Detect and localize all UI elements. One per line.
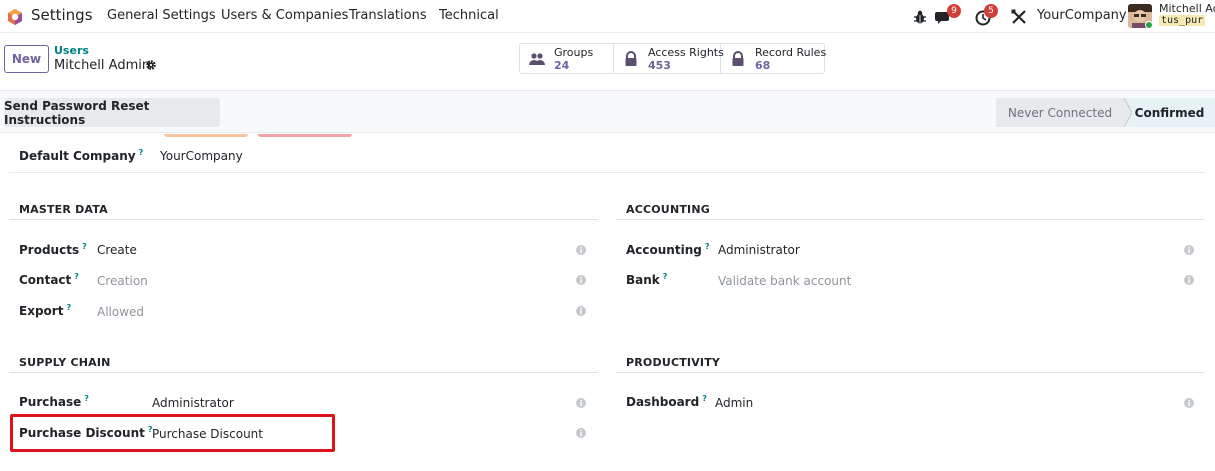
field-purchase[interactable]: Administrator	[152, 396, 234, 410]
highlight-annotation-box	[10, 414, 335, 452]
section-underline	[9, 372, 598, 373]
menu-technical[interactable]: Technical	[439, 8, 499, 23]
new-button[interactable]: New	[4, 45, 49, 73]
help-tooltip-icon[interactable]: ?	[663, 272, 668, 281]
smart-button-access-rights[interactable]: Access Rights 453	[614, 44, 724, 73]
tag-peek-orange	[164, 134, 248, 137]
section-title-accounting: ACCOUNTING	[626, 203, 710, 216]
section-divider	[9, 172, 1205, 173]
help-tooltip-icon[interactable]: ?	[74, 272, 79, 281]
default-company-label: Default Company?	[19, 148, 144, 163]
field-label-bank: Bank?	[626, 272, 668, 287]
breadcrumb-users-link[interactable]: Users	[54, 44, 89, 57]
send-password-reset-button[interactable]: Send Password Reset Instructions	[4, 98, 220, 127]
field-label-contact: Contact?	[19, 272, 79, 287]
field-label-products: Products?	[19, 242, 87, 257]
menu-general-settings[interactable]: General Settings	[107, 8, 216, 23]
info-icon[interactable]	[576, 398, 586, 408]
smart-button-record-rules[interactable]: Record Rules 68	[721, 44, 827, 73]
section-underline	[616, 219, 1205, 220]
field-accounting[interactable]: Administrator	[718, 243, 800, 257]
stage-confirmed[interactable]: Confirmed	[1124, 98, 1215, 127]
company-switcher[interactable]: YourCompany	[1037, 8, 1127, 23]
smart-button-value: 24	[554, 59, 570, 72]
menu-translations[interactable]: Translations	[349, 8, 427, 23]
help-tooltip-icon[interactable]: ?	[84, 394, 89, 403]
field-label-accounting: Accounting?	[626, 242, 710, 257]
field-label-purchase: Purchase?	[19, 394, 89, 409]
field-label-export: Export?	[19, 303, 72, 318]
breadcrumb-current: Mitchell Admin	[54, 58, 151, 73]
info-icon[interactable]	[576, 306, 586, 316]
top-navbar: Settings General Settings Users & Compan…	[0, 0, 1215, 33]
info-icon[interactable]	[576, 275, 586, 285]
online-status-dot	[1145, 21, 1152, 28]
tag-peek-red	[258, 134, 352, 137]
default-company-field[interactable]: YourCompany	[160, 149, 243, 163]
smart-button-label: Access Rights	[648, 46, 724, 59]
form-statusbar: Send Password Reset Instructions Never C…	[0, 90, 1215, 133]
menu-users-companies[interactable]: Users & Companies	[221, 8, 348, 23]
smart-button-label: Record Rules	[755, 46, 827, 59]
smart-button-value: 453	[648, 59, 671, 72]
lock-icon	[625, 51, 637, 66]
users-icon	[529, 53, 545, 65]
smart-button-groups[interactable]: Groups 24	[520, 44, 614, 73]
help-tooltip-icon[interactable]: ?	[702, 394, 707, 403]
messages-badge: 9	[947, 4, 961, 18]
activity-badge: 5	[984, 4, 998, 18]
field-bank[interactable]: Validate bank account	[718, 274, 851, 288]
section-title-master-data: MASTER DATA	[19, 203, 108, 216]
help-tooltip-icon[interactable]: ?	[66, 303, 71, 312]
help-tooltip-icon[interactable]: ?	[139, 148, 144, 157]
info-icon[interactable]	[576, 428, 586, 438]
section-underline	[616, 372, 1205, 373]
help-tooltip-icon[interactable]: ?	[82, 242, 87, 251]
info-icon[interactable]	[1184, 275, 1194, 285]
tools-icon[interactable]	[1010, 8, 1028, 26]
section-title-productivity: PRODUCTIVITY	[626, 356, 721, 369]
odoo-app-icon[interactable]	[6, 8, 24, 26]
field-label-dashboard: Dashboard?	[626, 394, 707, 409]
help-tooltip-icon[interactable]: ?	[705, 242, 710, 251]
app-title[interactable]: Settings	[31, 6, 93, 24]
user-name[interactable]: Mitchell Admin	[1159, 2, 1215, 15]
user-avatar[interactable]	[1128, 4, 1152, 28]
info-icon[interactable]	[576, 245, 586, 255]
smart-button-label: Groups	[554, 46, 594, 59]
database-name: tus_pur	[1159, 15, 1206, 26]
field-products[interactable]: Create	[97, 243, 137, 257]
field-dashboard[interactable]: Admin	[715, 396, 753, 410]
stage-separator	[1120, 98, 1132, 127]
info-icon[interactable]	[1184, 398, 1194, 408]
stage-never-connected[interactable]: Never Connected	[996, 98, 1124, 127]
bug-icon[interactable]	[911, 8, 929, 26]
smart-buttons: Groups 24 Access Rights 453 Record Rules…	[519, 43, 827, 74]
lock-icon	[732, 51, 744, 66]
field-export[interactable]: Allowed	[97, 305, 144, 319]
gear-icon[interactable]	[145, 59, 157, 71]
smart-button-value: 68	[755, 59, 771, 72]
info-icon[interactable]	[1184, 245, 1194, 255]
section-underline	[9, 219, 598, 220]
field-contact[interactable]: Creation	[97, 274, 148, 288]
section-title-supply-chain: SUPPLY CHAIN	[19, 356, 111, 369]
